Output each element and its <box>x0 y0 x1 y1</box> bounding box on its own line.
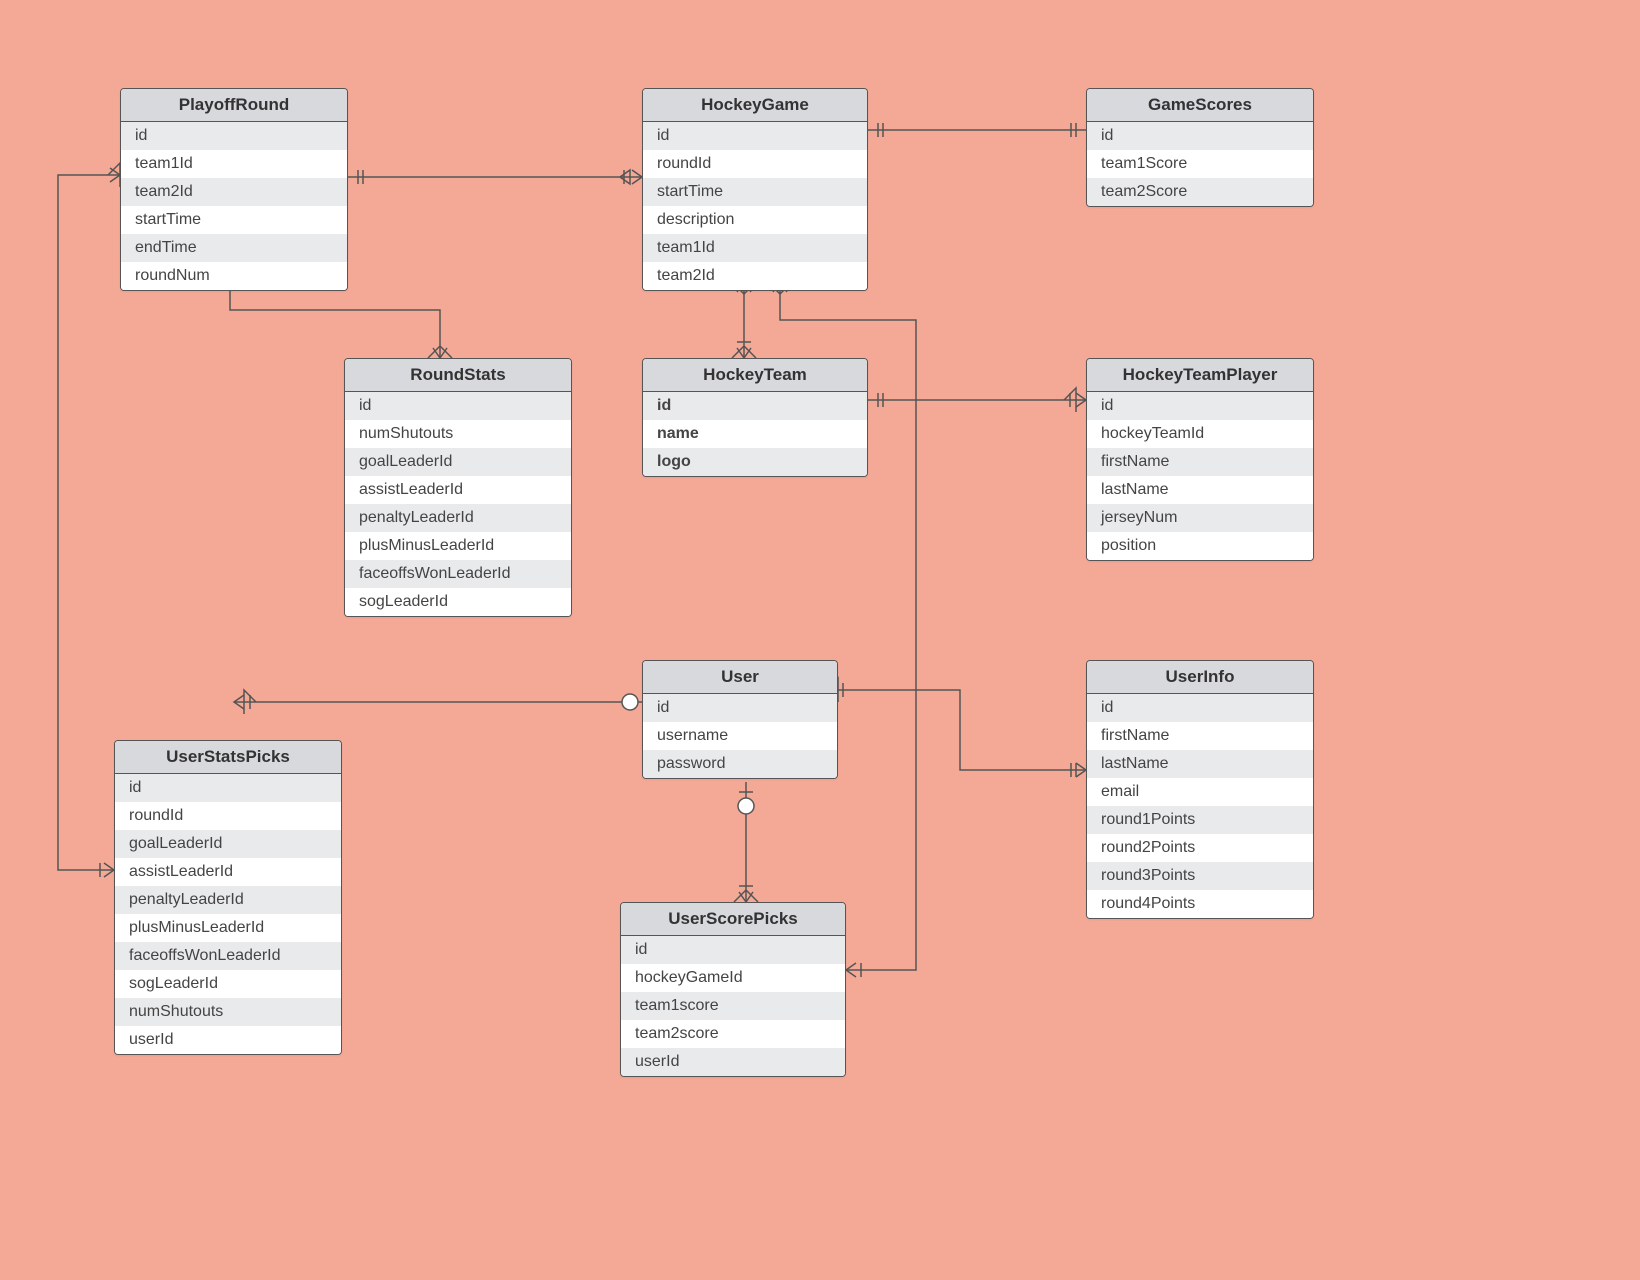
entity-header: HockeyGame <box>643 89 867 122</box>
entity-user-info[interactable]: UserInfo id firstName lastName email rou… <box>1086 660 1314 919</box>
field-row: name <box>643 420 867 448</box>
entity-fields: id hockeyTeamId firstName lastName jerse… <box>1087 392 1313 560</box>
entity-hockey-game[interactable]: HockeyGame id roundId startTime descript… <box>642 88 868 291</box>
field-row: team2score <box>621 1020 845 1048</box>
field-row: plusMinusLeaderId <box>115 914 341 942</box>
field-row: lastName <box>1087 476 1313 504</box>
entity-hockey-team-player[interactable]: HockeyTeamPlayer id hockeyTeamId firstNa… <box>1086 358 1314 561</box>
field-row: plusMinusLeaderId <box>345 532 571 560</box>
field-row: round1Points <box>1087 806 1313 834</box>
field-row: id <box>115 774 341 802</box>
field-row: hockeyTeamId <box>1087 420 1313 448</box>
entity-fields: id name logo <box>643 392 867 476</box>
field-row: username <box>643 722 837 750</box>
entity-fields: id team1Score team2Score <box>1087 122 1313 206</box>
field-row: penaltyLeaderId <box>115 886 341 914</box>
field-row: roundId <box>643 150 867 178</box>
field-row: firstName <box>1087 722 1313 750</box>
entity-fields: id hockeyGameId team1score team2score us… <box>621 936 845 1076</box>
field-row: position <box>1087 532 1313 560</box>
entity-header: HockeyTeam <box>643 359 867 392</box>
field-row: id <box>643 694 837 722</box>
field-row: goalLeaderId <box>115 830 341 858</box>
field-row: team2Id <box>643 262 867 290</box>
field-row: startTime <box>121 206 347 234</box>
field-row: faceoffsWonLeaderId <box>345 560 571 588</box>
entity-fields: id roundId startTime description team1Id… <box>643 122 867 290</box>
field-row: assistLeaderId <box>345 476 571 504</box>
field-row: id <box>643 392 867 420</box>
entity-fields: id username password <box>643 694 837 778</box>
field-row: penaltyLeaderId <box>345 504 571 532</box>
field-row: team1Id <box>643 234 867 262</box>
field-row: id <box>621 936 845 964</box>
field-row: id <box>643 122 867 150</box>
entity-header: UserScorePicks <box>621 903 845 936</box>
field-row: roundNum <box>121 262 347 290</box>
field-row: team1score <box>621 992 845 1020</box>
field-row: description <box>643 206 867 234</box>
entity-playoff-round[interactable]: PlayoffRound id team1Id team2Id startTim… <box>120 88 348 291</box>
field-row: round3Points <box>1087 862 1313 890</box>
field-row: id <box>345 392 571 420</box>
field-row: userId <box>115 1026 341 1054</box>
entity-header: UserInfo <box>1087 661 1313 694</box>
field-row: jerseyNum <box>1087 504 1313 532</box>
field-row: startTime <box>643 178 867 206</box>
field-row: firstName <box>1087 448 1313 476</box>
field-row: team2Score <box>1087 178 1313 206</box>
entity-header: User <box>643 661 837 694</box>
field-row: numShutouts <box>115 998 341 1026</box>
field-row: numShutouts <box>345 420 571 448</box>
entity-fields: id firstName lastName email round1Points… <box>1087 694 1313 918</box>
field-row: hockeyGameId <box>621 964 845 992</box>
entity-header: UserStatsPicks <box>115 741 341 774</box>
field-row: logo <box>643 448 867 476</box>
field-row: id <box>1087 694 1313 722</box>
entity-header: HockeyTeamPlayer <box>1087 359 1313 392</box>
entity-game-scores[interactable]: GameScores id team1Score team2Score <box>1086 88 1314 207</box>
field-row: id <box>1087 392 1313 420</box>
field-row: endTime <box>121 234 347 262</box>
er-diagram-canvas: PlayoffRound id team1Id team2Id startTim… <box>0 0 1640 1280</box>
field-row: goalLeaderId <box>345 448 571 476</box>
entity-fields: id roundId goalLeaderId assistLeaderId p… <box>115 774 341 1054</box>
field-row: roundId <box>115 802 341 830</box>
entity-fields: id team1Id team2Id startTime endTime rou… <box>121 122 347 290</box>
field-row: round4Points <box>1087 890 1313 918</box>
entity-user-score-picks[interactable]: UserScorePicks id hockeyGameId team1scor… <box>620 902 846 1077</box>
entity-user[interactable]: User id username password <box>642 660 838 779</box>
entity-hockey-team[interactable]: HockeyTeam id name logo <box>642 358 868 477</box>
field-row: userId <box>621 1048 845 1076</box>
entity-fields: id numShutouts goalLeaderId assistLeader… <box>345 392 571 616</box>
field-row: faceoffsWonLeaderId <box>115 942 341 970</box>
entity-round-stats[interactable]: RoundStats id numShutouts goalLeaderId a… <box>344 358 572 617</box>
field-row: team1Id <box>121 150 347 178</box>
field-row: sogLeaderId <box>345 588 571 616</box>
entity-header: GameScores <box>1087 89 1313 122</box>
field-row: password <box>643 750 837 778</box>
entity-user-stats-picks[interactable]: UserStatsPicks id roundId goalLeaderId a… <box>114 740 342 1055</box>
field-row: team2Id <box>121 178 347 206</box>
field-row: id <box>1087 122 1313 150</box>
field-row: team1Score <box>1087 150 1313 178</box>
entity-header: PlayoffRound <box>121 89 347 122</box>
field-row: lastName <box>1087 750 1313 778</box>
field-row: email <box>1087 778 1313 806</box>
field-row: round2Points <box>1087 834 1313 862</box>
entity-header: RoundStats <box>345 359 571 392</box>
field-row: sogLeaderId <box>115 970 341 998</box>
field-row: id <box>121 122 347 150</box>
field-row: assistLeaderId <box>115 858 341 886</box>
